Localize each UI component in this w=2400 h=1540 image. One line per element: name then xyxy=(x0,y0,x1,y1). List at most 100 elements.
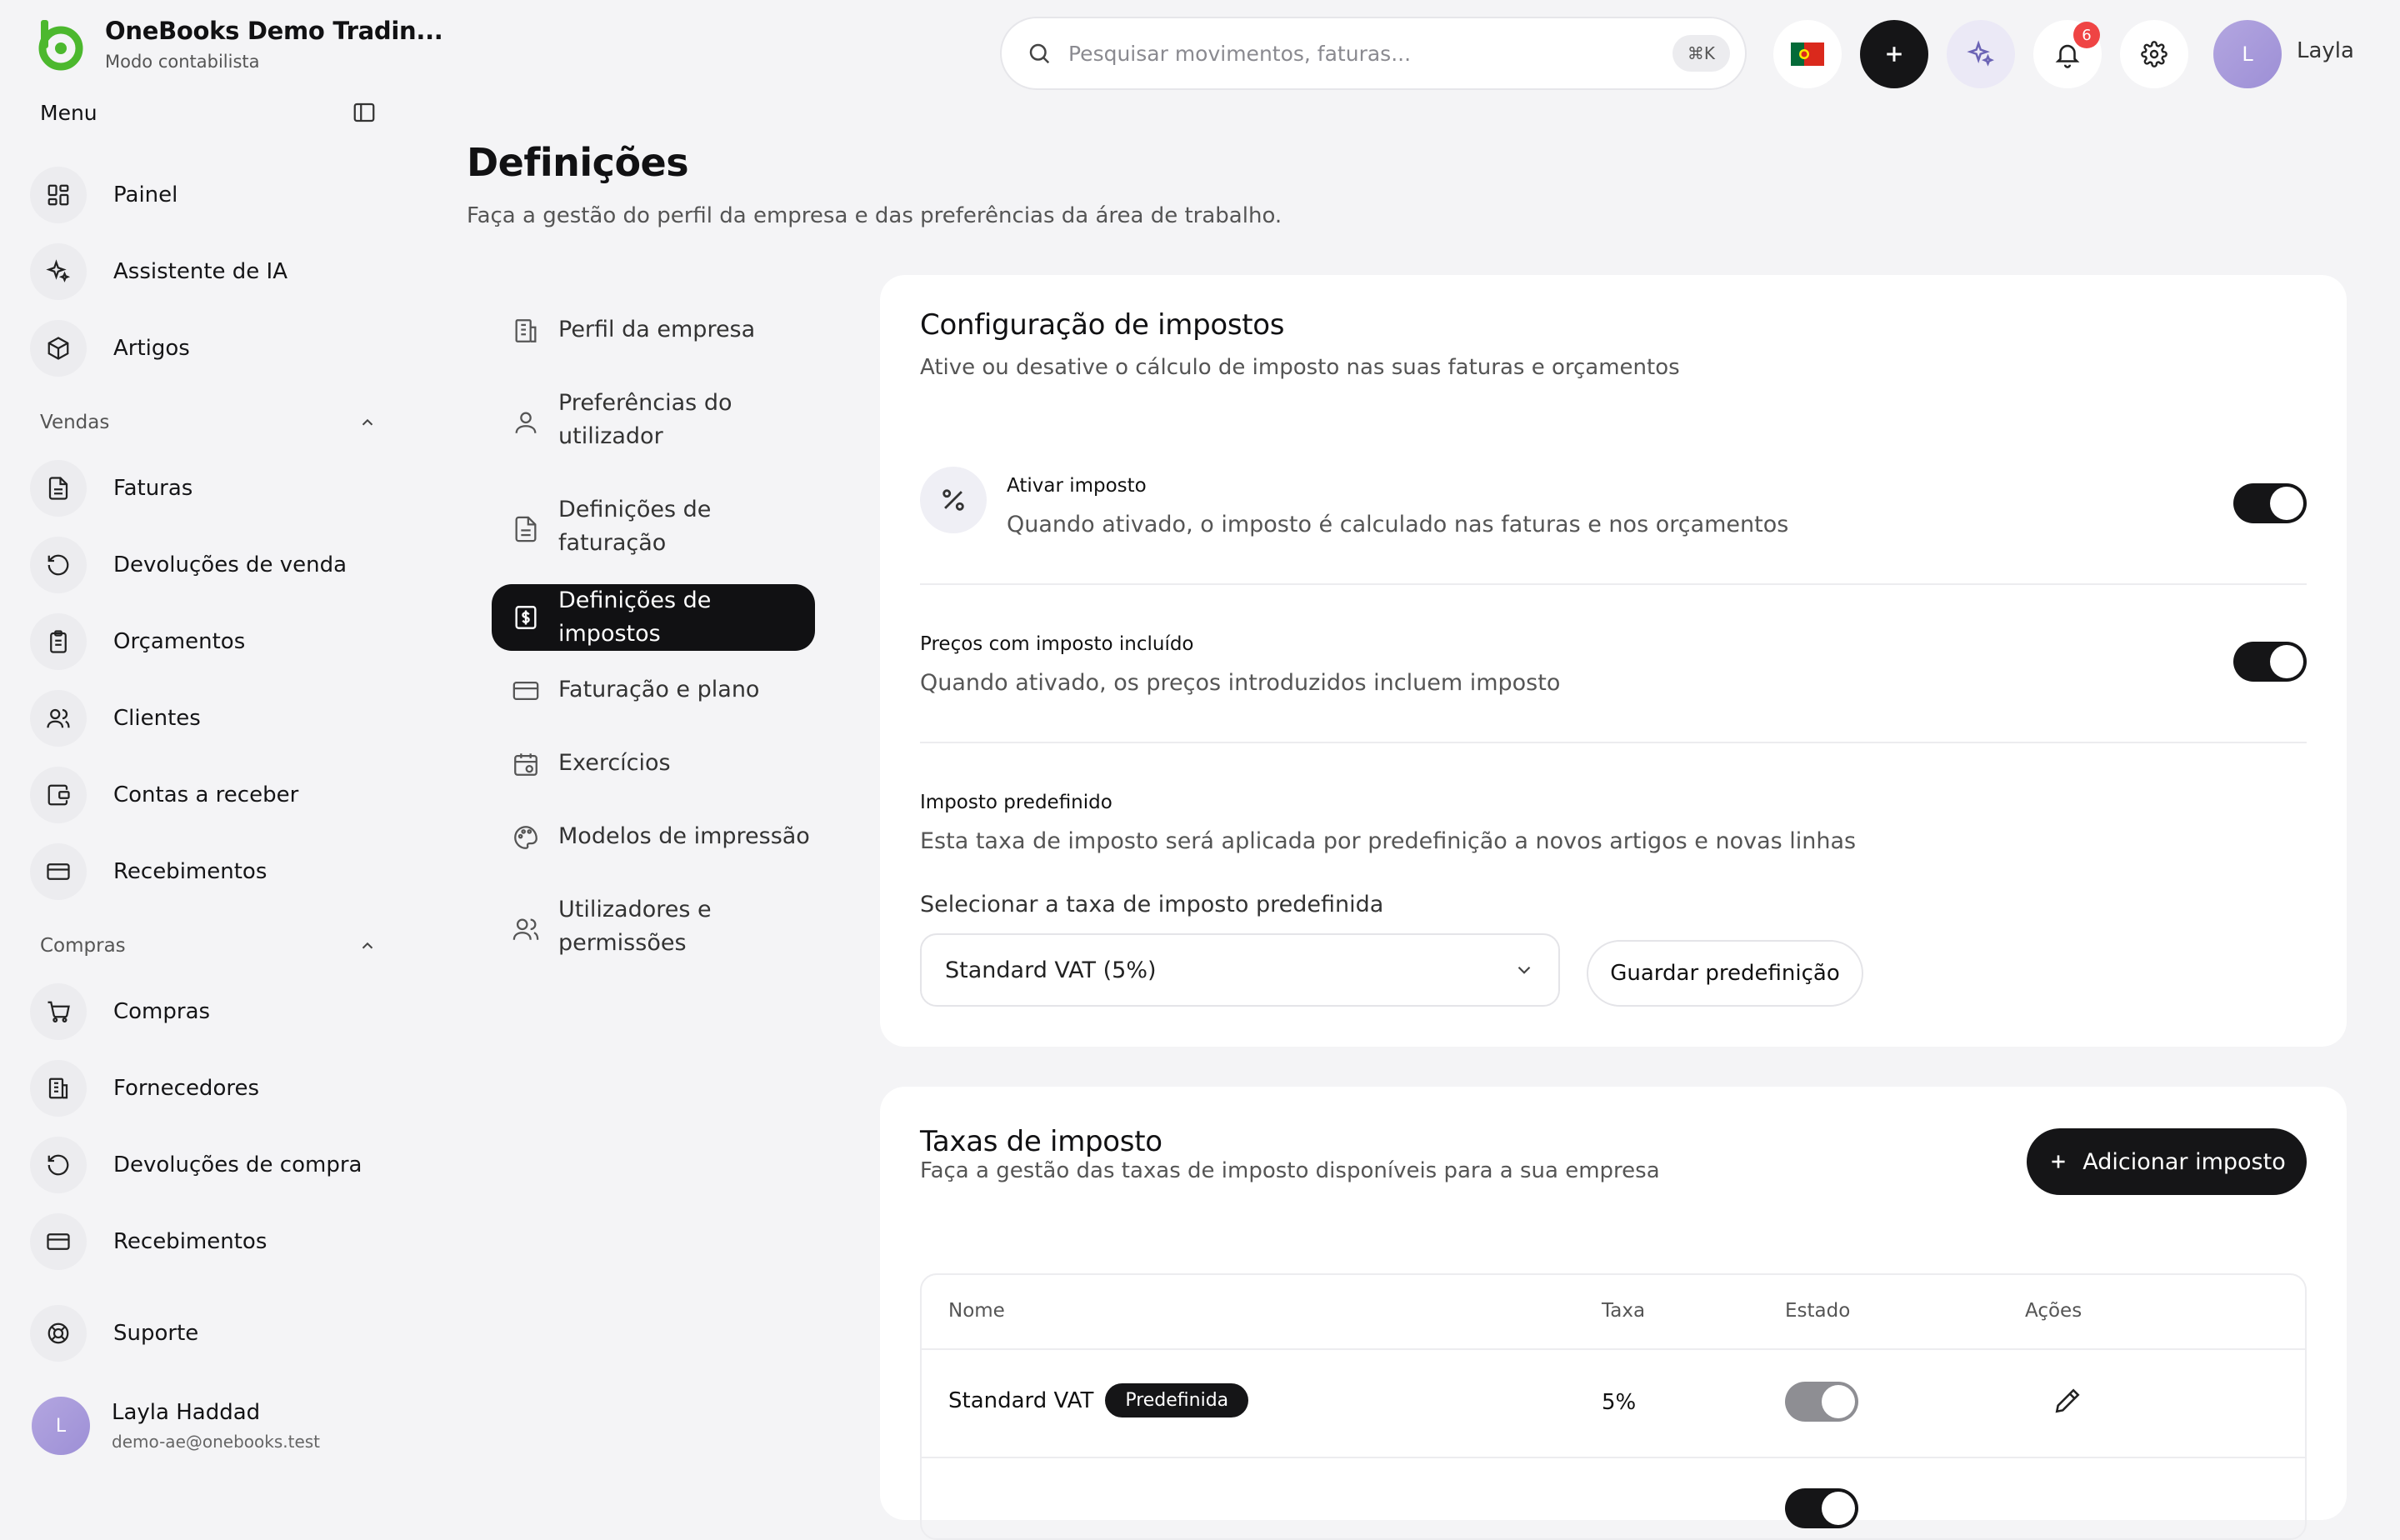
sidebar-item-recebimentos-compras[interactable]: Recebimentos xyxy=(30,1210,380,1273)
sidebar-item-label: Artigos xyxy=(113,336,190,361)
save-default-button[interactable]: Guardar predefinição xyxy=(1587,940,1863,1007)
plus-icon xyxy=(1887,47,1902,62)
sidebar-item-assistente-ia[interactable]: Assistente de IA xyxy=(30,240,380,303)
divider xyxy=(920,583,2307,585)
avatar: L xyxy=(32,1397,90,1455)
settings-nav-label: Faturação e plano xyxy=(558,677,760,702)
settings-nav-perfil-empresa[interactable]: Perfil da empresa xyxy=(492,313,815,347)
sidebar-item-devolucoes-venda[interactable]: Devoluções de venda xyxy=(30,533,380,597)
default-badge: Predefinida xyxy=(1105,1383,1249,1418)
column-header: Nome xyxy=(948,1300,1005,1322)
default-tax-desc: Esta taxa de imposto será aplicada por p… xyxy=(920,828,1857,854)
sidebar-item-painel[interactable]: Painel xyxy=(30,163,380,227)
section-compras[interactable]: Compras xyxy=(40,935,377,957)
user-name: Layla Haddad xyxy=(112,1400,261,1425)
tax-rates-card: Taxas de imposto Faça a gestão das taxas… xyxy=(880,1087,2347,1540)
cart-icon xyxy=(30,983,87,1040)
user-card[interactable]: L Layla Haddad demo-ae@onebooks.test xyxy=(32,1397,320,1455)
sidebar-toggle-icon[interactable] xyxy=(352,100,377,125)
default-tax-title: Imposto predefinido xyxy=(920,792,1112,813)
box-icon xyxy=(30,320,87,377)
sidebar-item-label: Clientes xyxy=(113,706,201,731)
ai-assistant-button[interactable] xyxy=(1947,20,2015,88)
receipt-dollar-icon xyxy=(512,603,540,632)
notifications-button[interactable]: 6 xyxy=(2033,20,2102,88)
building-icon xyxy=(30,1060,87,1117)
sidebar-item-clientes[interactable]: Clientes xyxy=(30,687,380,750)
column-header: Estado xyxy=(1785,1300,1851,1322)
settings-nav-utilizadores-permissoes[interactable]: Utilizadores e permissões xyxy=(492,893,758,960)
section-label: Vendas xyxy=(40,412,110,433)
sidebar-item-contas-receber[interactable]: Contas a receber xyxy=(30,763,380,827)
sidebar-item-label: Devoluções de venda xyxy=(113,552,348,578)
toggle-knob xyxy=(1822,1492,1855,1525)
tax-status-toggle[interactable] xyxy=(1785,1488,1858,1528)
sparkles-icon xyxy=(30,243,87,300)
sidebar-item-faturas[interactable]: Faturas xyxy=(30,457,380,520)
sidebar-item-fornecedores[interactable]: Fornecedores xyxy=(30,1057,380,1120)
credit-card-icon xyxy=(30,1213,87,1270)
add-tax-button[interactable]: Adicionar imposto xyxy=(2027,1128,2307,1195)
users-icon xyxy=(30,690,87,747)
settings-nav-label: Preferências do utilizador xyxy=(558,390,732,449)
settings-nav-definicoes-impostos[interactable]: Definições de impostos xyxy=(492,584,815,651)
settings-nav-label: Utilizadores e permissões xyxy=(558,897,712,956)
settings-nav-faturacao-plano[interactable]: Faturação e plano xyxy=(492,673,815,707)
tax-inclusive-toggle[interactable] xyxy=(2233,642,2307,682)
sparkles-icon xyxy=(1967,40,1994,67)
page-subtitle: Faça a gestão do perfil da empresa e das… xyxy=(467,203,1282,228)
sidebar-item-compras[interactable]: Compras xyxy=(30,980,380,1043)
enable-tax-title: Ativar imposto xyxy=(1007,475,1147,497)
sidebar-item-devolucoes-compra[interactable]: Devoluções de compra xyxy=(30,1133,380,1197)
sidebar: OneBooks Demo Tradin... Modo contabilist… xyxy=(0,0,443,1500)
card-title: Taxas de imposto xyxy=(920,1125,1162,1158)
toggle-knob xyxy=(2270,645,2303,678)
clipboard-icon xyxy=(30,613,87,670)
file-icon xyxy=(30,460,87,517)
sidebar-item-label: Recebimentos xyxy=(113,859,268,884)
sidebar-item-orcamentos[interactable]: Orçamentos xyxy=(30,610,380,673)
column-header: Taxa xyxy=(1602,1300,1646,1322)
toggle-knob xyxy=(1822,1385,1855,1418)
settings-nav-exercicios[interactable]: Exercícios xyxy=(492,747,815,780)
page-title: Definições xyxy=(467,140,689,185)
enable-tax-desc: Quando ativado, o imposto é calculado na… xyxy=(1007,512,1789,538)
enable-tax-toggle[interactable] xyxy=(2233,483,2307,523)
sidebar-item-artigos[interactable]: Artigos xyxy=(30,317,380,380)
building-icon xyxy=(512,317,540,345)
language-button[interactable] xyxy=(1773,20,1842,88)
section-vendas[interactable]: Vendas xyxy=(40,412,377,433)
rotate-icon xyxy=(30,537,87,593)
tax-status-toggle[interactable] xyxy=(1785,1382,1858,1422)
sidebar-item-suporte[interactable]: Suporte xyxy=(30,1302,380,1365)
sidebar-item-label: Devoluções de compra xyxy=(113,1152,362,1178)
top-user-name[interactable]: Layla xyxy=(2297,38,2354,63)
divider xyxy=(920,742,2307,743)
plus-icon xyxy=(2052,1155,2065,1168)
menu-header: Menu xyxy=(40,100,377,125)
avatar[interactable]: L xyxy=(2213,20,2282,88)
card-subtitle: Ative ou desative o cálculo de imposto n… xyxy=(920,355,1680,380)
calendar-icon xyxy=(512,750,540,778)
sidebar-item-label: Orçamentos xyxy=(113,629,246,654)
settings-button[interactable] xyxy=(2120,20,2188,88)
settings-nav-definicoes-faturacao[interactable]: Definições de faturação xyxy=(492,493,758,560)
settings-nav-label: Modelos de impressão xyxy=(558,823,810,849)
sidebar-item-label: Recebimentos xyxy=(113,1229,268,1254)
settings-nav-modelos-impressao[interactable]: Modelos de impressão xyxy=(492,820,815,853)
edit-tax-button[interactable] xyxy=(2053,1387,2082,1415)
divider xyxy=(922,1457,2305,1458)
brand[interactable]: OneBooks Demo Tradin... Modo contabilist… xyxy=(32,17,443,72)
search-bar[interactable]: ⌘K xyxy=(1000,17,1747,90)
search-input[interactable] xyxy=(1067,40,1672,67)
file-icon xyxy=(512,515,540,543)
create-button[interactable] xyxy=(1860,20,1928,88)
sidebar-item-recebimentos[interactable]: Recebimentos xyxy=(30,840,380,903)
user-icon xyxy=(512,408,540,437)
default-tax-select[interactable]: Standard VAT (5%) xyxy=(920,933,1560,1007)
company-name: OneBooks Demo Tradin... xyxy=(105,17,443,45)
settings-nav-label: Exercícios xyxy=(558,750,671,776)
tax-name-cell: Standard VAT Predefinida xyxy=(948,1383,1249,1418)
tax-inclusive-desc: Quando ativado, os preços introduzidos i… xyxy=(920,670,1561,696)
settings-nav-preferencias-utilizador[interactable]: Preferências do utilizador xyxy=(492,387,758,453)
